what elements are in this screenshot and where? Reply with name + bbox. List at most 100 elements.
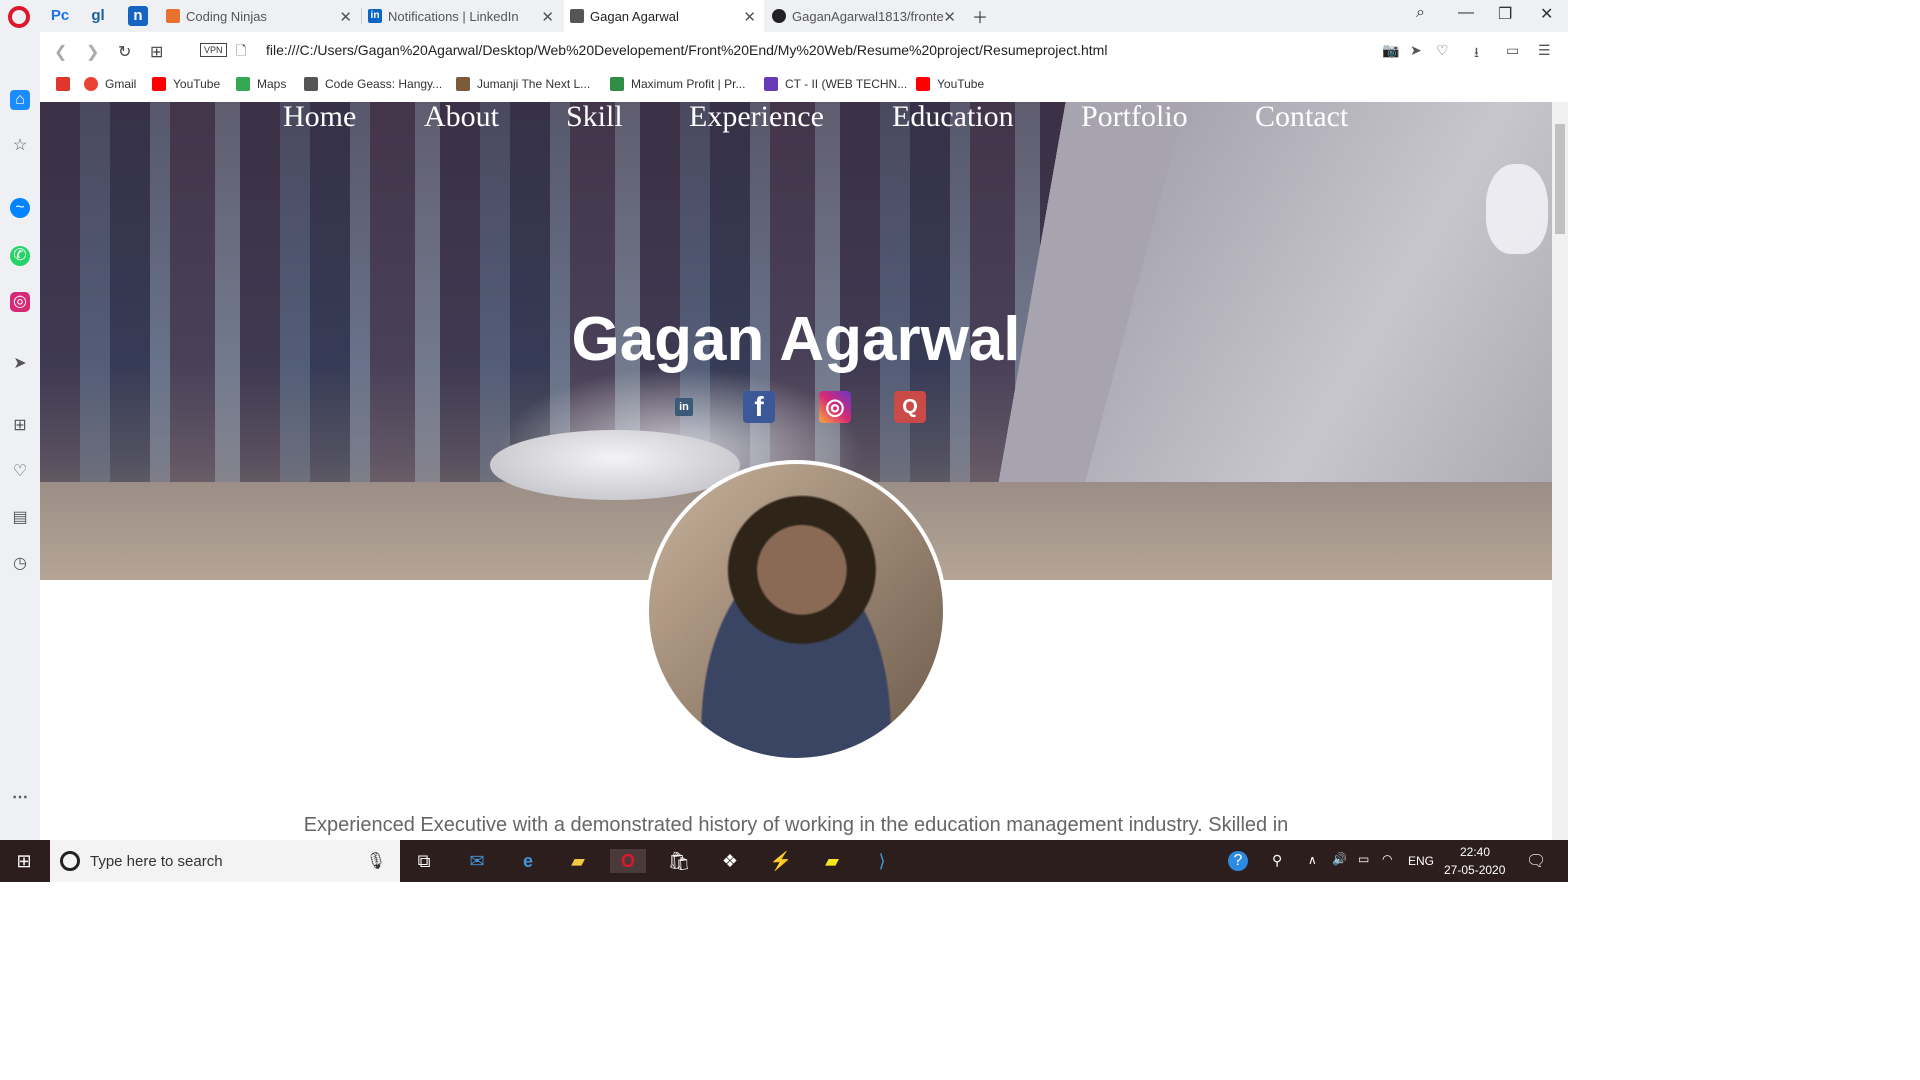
geeksforgeeks-icon	[610, 77, 624, 91]
bookmark-label: Maximum Profit | Pr...	[631, 77, 746, 91]
url-field[interactable]: file:///C:/Users/Gagan%20Agarwal/Desktop…	[266, 42, 1107, 58]
more-icon[interactable]: ⋯	[10, 788, 30, 808]
tab-linkedin[interactable]: in Notifications | LinkedIn ✕	[362, 0, 562, 32]
bookmark-youtube[interactable]: YouTube	[152, 77, 220, 91]
file-explorer-icon[interactable]: ▰	[566, 849, 590, 873]
app-bolt-icon[interactable]: ⚡	[769, 849, 793, 873]
notification-center-icon[interactable]: 🗨	[1526, 851, 1546, 871]
nav-experience[interactable]: Experience	[689, 102, 824, 134]
bookmark-code-geass[interactable]: Code Geass: Hangy...	[304, 77, 442, 91]
youtube-icon	[916, 77, 930, 91]
bookmark-maximum-profit[interactable]: Maximum Profit | Pr...	[610, 77, 745, 91]
search-icon[interactable]: ⌕	[1416, 4, 1425, 22]
bookmark-ct-ii[interactable]: CT - II (WEB TECHN...	[764, 77, 907, 91]
send-icon[interactable]: ➤	[10, 354, 30, 374]
bookmark-label: Maps	[257, 77, 287, 91]
star-icon[interactable]: ☆	[10, 136, 30, 156]
whatsapp-icon[interactable]: ✆	[10, 246, 30, 266]
page-scrollbar[interactable]	[1552, 102, 1568, 840]
close-icon[interactable]: ✕	[339, 8, 352, 26]
bookmark-heart-icon[interactable]: ♡	[1436, 42, 1449, 59]
nav-contact[interactable]: Contact	[1255, 102, 1348, 134]
clock-date[interactable]: 27-05-2020	[1444, 863, 1505, 877]
linkedin-link[interactable]: in	[668, 391, 700, 423]
language-indicator[interactable]: ENG	[1408, 854, 1434, 868]
snapshot-camera-icon[interactable]: 📷	[1382, 42, 1399, 59]
nav-education[interactable]: Education	[892, 102, 1014, 134]
bookmark-gmail[interactable]: Gmail	[84, 77, 136, 91]
forms-icon	[764, 77, 778, 91]
bookmark-maps[interactable]: Maps	[236, 77, 286, 91]
tab-label: Notifications | LinkedIn	[388, 8, 519, 24]
nav-portfolio[interactable]: Portfolio	[1081, 102, 1188, 134]
vscode-icon[interactable]: ⟩	[870, 849, 894, 873]
extensions-grid-icon[interactable]: ⊞	[10, 416, 30, 436]
speed-dial-icon[interactable]: ⊞	[150, 42, 163, 62]
pinned-tab-n-icon[interactable]: n	[128, 6, 148, 26]
new-tab-plus-icon[interactable]: ＋	[972, 4, 988, 28]
nav-home[interactable]: Home	[283, 102, 356, 134]
store-icon[interactable]: 🛍	[667, 849, 691, 873]
home-icon[interactable]: ⌂	[10, 90, 30, 110]
reload-icon[interactable]: ↻	[118, 42, 131, 62]
task-view-icon[interactable]: ⧉	[412, 849, 436, 873]
volume-icon[interactable]: 🔊	[1332, 852, 1347, 866]
apple-logo-image	[1486, 164, 1548, 254]
battery-saver-icon[interactable]: ▭	[1506, 42, 1519, 59]
taskbar-search[interactable]: Type here to search 🎙	[50, 840, 400, 882]
window-close-icon[interactable]: ✕	[1540, 4, 1553, 24]
quora-link[interactable]: Q	[894, 391, 926, 423]
opera-sidebar: ⌂ ☆ ~ ✆ ◎ ➤ ⊞ ♡ ▤ ◷ ⋯	[0, 32, 40, 840]
dropbox-icon[interactable]: ❖	[718, 849, 742, 873]
opera-logo-icon[interactable]	[8, 6, 30, 28]
back-icon[interactable]: ❮	[54, 42, 67, 62]
download-icon[interactable]: ⭳	[1474, 42, 1479, 66]
facebook-link[interactable]: f	[743, 391, 775, 423]
jumanji-icon	[456, 77, 470, 91]
site-nav: Home About Skill Experience Education Po…	[40, 102, 1552, 134]
messenger-icon[interactable]: ~	[10, 198, 30, 218]
close-icon[interactable]: ✕	[943, 8, 956, 26]
app-icon	[56, 77, 70, 91]
close-icon[interactable]: ✕	[541, 8, 554, 26]
bookmark-app[interactable]	[56, 77, 77, 91]
forward-icon[interactable]: ❯	[86, 42, 99, 62]
tab-github[interactable]: GaganAgarwal1813/fronte ✕	[766, 0, 964, 32]
edge-icon[interactable]: e	[516, 849, 540, 873]
instagram-icon[interactable]: ◎	[10, 292, 30, 312]
tab-gagan-agarwal[interactable]: Gagan Agarwal ✕	[564, 0, 764, 32]
nav-about[interactable]: About	[424, 102, 499, 134]
bookmark-youtube-2[interactable]: YouTube	[916, 77, 984, 91]
send-icon[interactable]: ➤	[1410, 42, 1422, 59]
battery-icon[interactable]: ▭	[1358, 852, 1369, 866]
pinned-tab-gl-icon[interactable]: gl	[88, 6, 108, 26]
windows-start-icon[interactable]: ⊞	[12, 849, 36, 873]
people-icon[interactable]: ⚲	[1272, 852, 1282, 869]
nav-skill[interactable]: Skill	[566, 102, 623, 134]
chevron-up-icon[interactable]: ∧	[1308, 853, 1317, 867]
bookmark-label: CT - II (WEB TECHN...	[785, 77, 908, 91]
wifi-icon[interactable]: ◠	[1382, 852, 1392, 866]
tab-coding-ninjas[interactable]: Coding Ninjas ✕	[160, 0, 360, 32]
minimize-icon[interactable]: —	[1458, 4, 1474, 22]
bookmark-label: Gmail	[105, 77, 137, 91]
mail-icon[interactable]: ✉	[465, 849, 489, 873]
tab-label: Gagan Agarwal	[590, 8, 679, 24]
clock-time[interactable]: 22:40	[1460, 845, 1490, 859]
opera-taskbar-icon[interactable]: O	[610, 849, 646, 873]
bookmark-jumanji[interactable]: Jumanji The Next L...	[456, 77, 590, 91]
sticky-notes-icon[interactable]: ▰	[820, 849, 844, 873]
scrollbar-thumb[interactable]	[1555, 124, 1565, 234]
microphone-icon[interactable]: 🎙	[366, 851, 386, 871]
page-info-icon[interactable]: 🗋	[236, 42, 246, 64]
vpn-badge[interactable]: VPN	[200, 43, 227, 57]
close-icon[interactable]: ✕	[743, 8, 756, 26]
easy-setup-icon[interactable]: ☰	[1538, 42, 1551, 59]
news-icon[interactable]: ▤	[10, 508, 30, 528]
pinned-tab-pycharm-icon[interactable]: Pc	[50, 6, 70, 26]
instagram-link[interactable]: ◎	[819, 391, 851, 423]
help-icon[interactable]: ?	[1228, 851, 1248, 871]
heart-icon[interactable]: ♡	[10, 462, 30, 482]
history-clock-icon[interactable]: ◷	[10, 554, 30, 574]
restore-icon[interactable]: ❐	[1498, 4, 1512, 24]
